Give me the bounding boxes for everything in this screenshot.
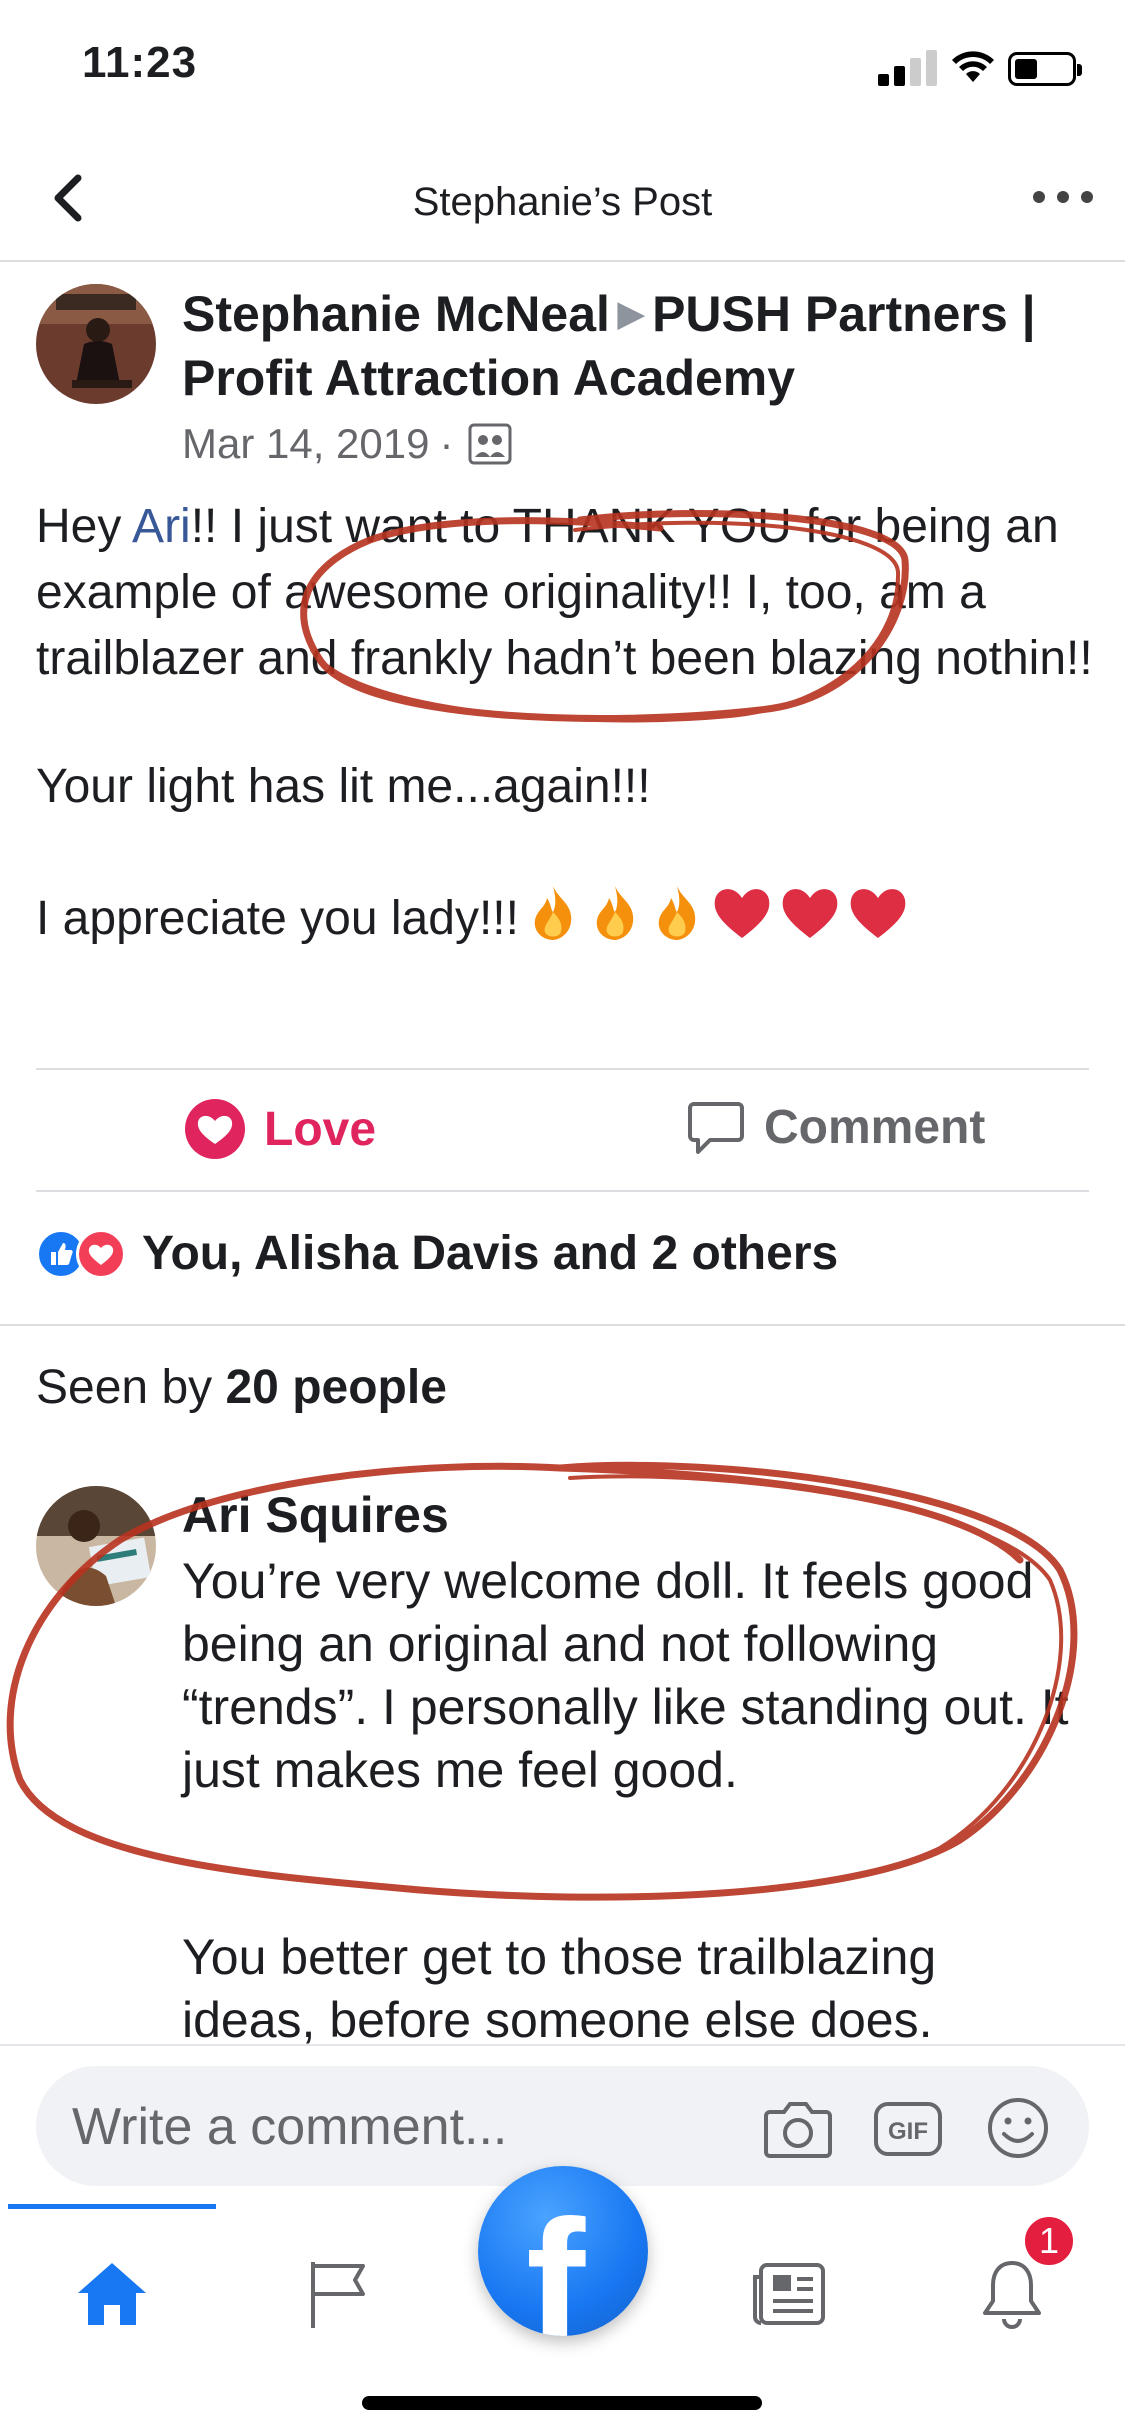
battery-icon <box>1008 52 1082 86</box>
divider <box>0 1324 1125 1326</box>
bell-icon <box>983 2261 1041 2329</box>
mention-link[interactable]: Ari <box>132 500 191 553</box>
meta-separator: · <box>439 420 454 467</box>
post-header-bar: Stephanie’s Post <box>0 140 1125 262</box>
red-heart-emoji-icon <box>714 889 770 938</box>
reactions-text: You, Alisha Davis and 2 others <box>142 1227 839 1280</box>
flag-icon <box>311 2262 365 2328</box>
arrow-right-icon: ▶ <box>617 295 645 333</box>
comment-icon <box>688 1102 744 1154</box>
post-paragraph-2: Your light has lit me...again!!! <box>36 760 651 813</box>
group-audience-icon <box>468 423 511 465</box>
gif-icon[interactable]: GIF <box>872 2096 944 2160</box>
post-author-line: Stephanie McNeal ▶ PUSH Partners | Profit … <box>182 282 1092 410</box>
post-meta: Mar 14, 2019 · <box>182 420 512 468</box>
comment-button[interactable]: Comment <box>686 1098 985 1156</box>
more-options-button[interactable] <box>1033 182 1093 212</box>
page-title: Stephanie’s Post <box>412 180 713 224</box>
notification-badge: 1 <box>1022 2214 1076 2268</box>
seen-count: 20 people <box>225 1361 447 1414</box>
status-bar: 11:23 <box>0 0 1125 140</box>
cellular-signal-icon <box>878 50 938 86</box>
tab-news[interactable] <box>738 2244 838 2344</box>
newspaper-icon <box>753 2263 825 2325</box>
love-reaction-icon <box>185 1099 245 1159</box>
home-indicator <box>362 2396 762 2410</box>
fire-emoji-icon <box>658 886 696 940</box>
emoji-picker-icon[interactable] <box>982 2096 1054 2160</box>
facebook-f-icon: f <box>526 2183 586 2337</box>
divider <box>36 1190 1089 1192</box>
wifi-icon <box>952 51 994 82</box>
commenter-avatar[interactable] <box>36 1486 156 1606</box>
red-heart-emoji-icon <box>850 889 906 938</box>
fire-emoji-icon <box>596 886 634 940</box>
author-name[interactable]: Stephanie McNeal <box>182 286 610 342</box>
reactions-summary[interactable]: You, Alisha Davis and 2 others <box>36 1226 838 1281</box>
post-date[interactable]: Mar 14, 2019 <box>182 420 430 468</box>
comment-label: Comment <box>764 1100 986 1154</box>
post-actions: Love Comment <box>0 1070 1125 1190</box>
comment-input[interactable] <box>72 2092 752 2162</box>
tab-home[interactable] <box>62 2244 162 2344</box>
love-button[interactable]: Love <box>184 1098 376 1160</box>
love-reaction-icon <box>76 1228 126 1279</box>
commenter-name[interactable]: Ari Squires <box>182 1486 449 1544</box>
post-paragraph-1: Hey Ari!! I just want to THANK YOU for b… <box>36 500 1093 685</box>
comment-text: You’re very welcome doll. It feels good … <box>182 1553 1069 1798</box>
emoji-row <box>525 882 909 942</box>
author-avatar[interactable] <box>36 284 156 404</box>
active-tab-indicator <box>8 2204 216 2209</box>
fire-emoji-icon <box>534 886 572 940</box>
svg-text:GIF: GIF <box>888 2118 928 2145</box>
seen-by[interactable]: Seen by 20 people <box>36 1360 447 1415</box>
comment-text-continued: You better get to those trailblazing ide… <box>182 1929 937 2048</box>
facebook-logo-button[interactable]: f <box>478 2166 648 2336</box>
love-label: Love <box>264 1102 377 1156</box>
red-heart-emoji-icon <box>782 889 838 938</box>
tab-pages[interactable] <box>288 2244 388 2344</box>
post-paragraph-3: I appreciate you lady!!! <box>36 882 1096 952</box>
home-icon <box>78 2263 146 2325</box>
camera-icon[interactable] <box>762 2096 834 2160</box>
post-text: Hey Ari!! I just want to THANK YOU for b… <box>36 494 1096 952</box>
status-time: 11:23 <box>82 38 198 87</box>
